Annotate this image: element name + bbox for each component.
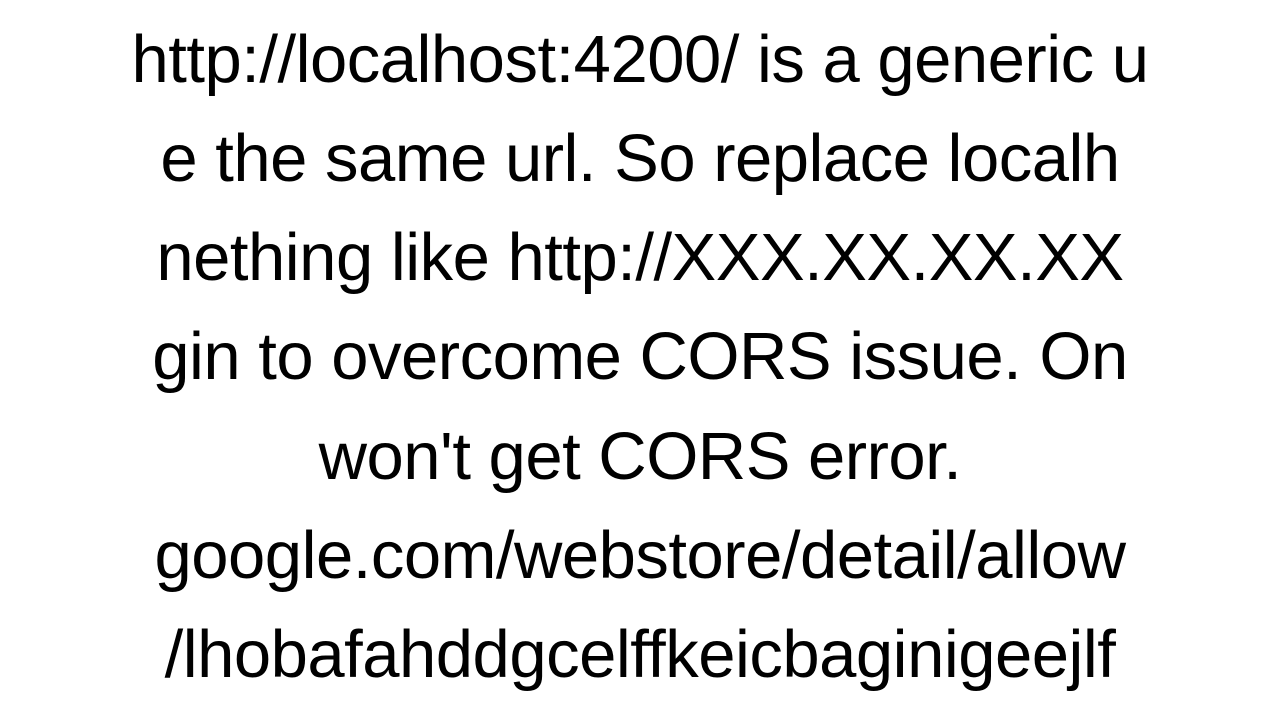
text-line-6: google.com/webstore/detail/allow: [0, 506, 1280, 605]
document-text: http://localhost:4200/ is a generic u e …: [0, 10, 1280, 704]
text-line-4: gin to overcome CORS issue. On: [0, 307, 1280, 406]
text-line-3: nething like http://XXX.XX.XX.XX: [0, 208, 1280, 307]
text-line-1: http://localhost:4200/ is a generic u: [0, 10, 1280, 109]
text-line-2: e the same url. So replace localh: [0, 109, 1280, 208]
text-line-7: /lhobafahddgcelffkeicbaginigeejlf: [0, 605, 1280, 704]
text-line-5: won't get CORS error.: [0, 407, 1280, 506]
